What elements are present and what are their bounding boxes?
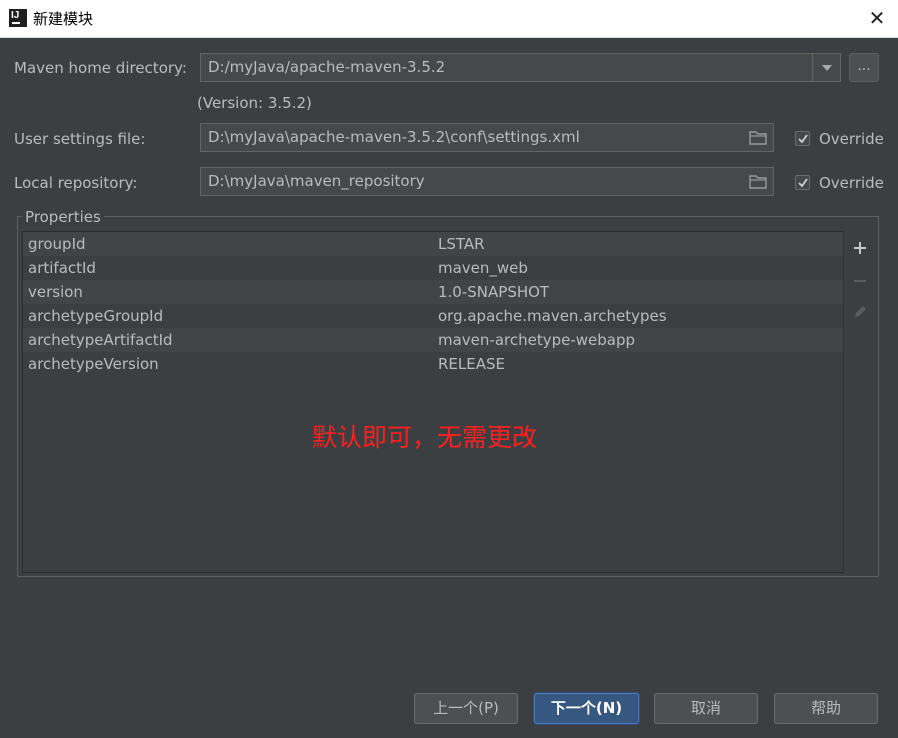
table-row[interactable]: artifactId maven_web (23, 256, 844, 280)
next-button[interactable]: 下一个(N) (534, 693, 639, 724)
local-repo-value: D:\myJava\maven_repository (208, 172, 425, 190)
property-value[interactable]: maven-archetype-webapp (438, 328, 635, 352)
table-row[interactable]: groupId LSTAR (23, 232, 844, 256)
table-row[interactable]: archetypeVersion RELEASE (23, 352, 844, 376)
property-key: artifactId (28, 259, 96, 277)
user-settings-value: D:\myJava\apache-maven-3.5.2\conf\settin… (208, 128, 580, 146)
property-key: archetypeArtifactId (28, 331, 173, 349)
plus-icon[interactable] (852, 240, 868, 256)
window-title: 新建模块 (33, 10, 94, 28)
local-repo-field[interactable]: D:\myJava\maven_repository (200, 167, 774, 196)
intellij-icon: IJ (7, 7, 29, 29)
override-settings-label: Override (819, 130, 884, 148)
cancel-button[interactable]: 取消 (654, 693, 758, 724)
user-settings-field[interactable]: D:\myJava\apache-maven-3.5.2\conf\settin… (200, 123, 774, 152)
override-repo-label: Override (819, 174, 884, 192)
property-value[interactable]: RELEASE (438, 352, 505, 376)
maven-version-note: (Version: 3.5.2) (197, 94, 312, 112)
maven-home-value: D:/myJava/apache-maven-3.5.2 (208, 58, 446, 76)
maven-home-label: Maven home directory: (14, 59, 187, 77)
user-settings-label: User settings file: (14, 130, 146, 148)
folder-icon[interactable] (749, 130, 767, 145)
property-value[interactable]: 1.0-SNAPSHOT (438, 280, 549, 304)
previous-button[interactable]: 上一个(P) (414, 693, 518, 724)
maven-home-combo[interactable]: D:/myJava/apache-maven-3.5.2 (200, 53, 841, 82)
properties-title: Properties (22, 208, 104, 226)
table-row[interactable]: archetypeArtifactId maven-archetype-weba… (23, 328, 844, 352)
check-icon (798, 178, 808, 188)
check-icon (798, 134, 808, 144)
property-key: groupId (28, 235, 86, 253)
minus-icon[interactable] (852, 273, 868, 289)
table-row[interactable]: version 1.0-SNAPSHOT (23, 280, 844, 304)
local-repo-label: Local repository: (14, 174, 138, 192)
pencil-icon[interactable] (852, 304, 868, 320)
property-key: archetypeGroupId (28, 307, 164, 325)
property-key: archetypeVersion (28, 355, 159, 373)
property-value[interactable]: LSTAR (438, 232, 485, 256)
browse-button[interactable]: ... (849, 53, 879, 82)
property-value[interactable]: org.apache.maven.archetypes (438, 304, 667, 328)
close-icon[interactable]: ✕ (866, 7, 888, 29)
property-value[interactable]: maven_web (438, 256, 528, 280)
annotation-text: 默认即可，无需更改 (312, 423, 538, 452)
override-settings-checkbox[interactable] (795, 131, 810, 146)
chevron-down-icon[interactable] (812, 54, 840, 81)
properties-toolbar (843, 231, 875, 573)
properties-table[interactable]: groupId LSTAR artifactId maven_web versi… (22, 231, 844, 573)
property-key: version (28, 283, 83, 301)
override-repo-checkbox[interactable] (795, 175, 810, 190)
help-button[interactable]: 帮助 (774, 693, 878, 724)
table-row[interactable]: archetypeGroupId org.apache.maven.archet… (23, 304, 844, 328)
title-bar: IJ 新建模块 ✕ (0, 0, 898, 38)
folder-icon[interactable] (749, 174, 767, 189)
